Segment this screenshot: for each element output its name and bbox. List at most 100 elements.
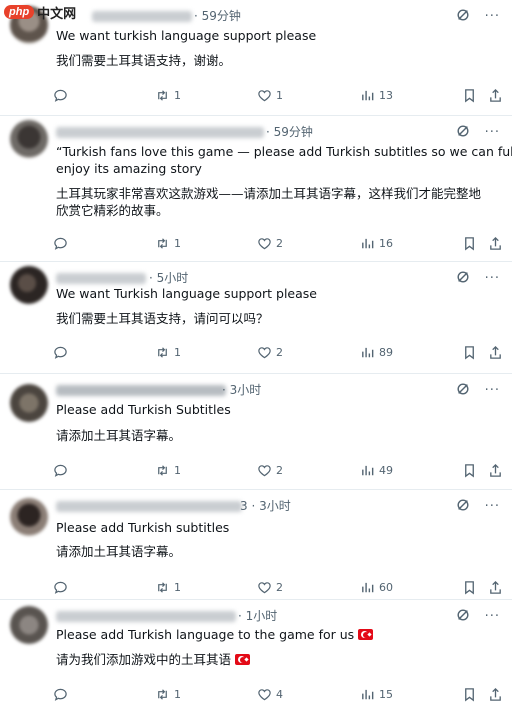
share-button[interactable] [488,579,503,595]
tweet-time[interactable]: · 3小时 [222,381,261,398]
repost-button[interactable]: 1 [155,579,181,595]
reply-button[interactable] [53,462,68,478]
repost-button[interactable]: 1 [155,462,181,478]
reply-button[interactable] [53,235,68,251]
like-count: 1 [276,88,283,102]
views-button[interactable]: 89 [360,344,393,360]
repost-icon [158,89,167,101]
repost-button[interactable]: 1 [155,686,181,702]
views-button[interactable]: 49 [360,462,393,478]
bookmark-button[interactable] [462,579,477,595]
more-options-icon[interactable]: ··· [485,609,500,624]
views-icon [362,582,374,592]
author-name[interactable] [92,11,192,22]
bookmark-button[interactable] [462,235,477,251]
reply-button[interactable] [53,579,68,595]
tweet-time[interactable]: · 59分钟 [266,123,313,140]
watermark-text: 中文网 [37,6,77,22]
repost-button[interactable]: 1 [155,87,181,103]
share-icon [490,687,501,701]
bookmark-icon [465,463,474,477]
watermark-logo: php [4,5,35,19]
author-name[interactable] [56,501,242,512]
like-button[interactable]: 2 [257,344,283,360]
avatar[interactable] [10,606,48,644]
like-button[interactable]: 4 [257,686,283,702]
grok-icon[interactable] [456,270,470,284]
avatar[interactable] [10,120,48,158]
tweet-text-zh: 欣赏它精彩的故事。 [56,203,169,218]
tweet-text-en: Please add Turkish Subtitles [56,402,231,417]
grok-icon[interactable] [456,608,470,622]
views-button[interactable]: 16 [360,235,393,251]
grok-icon[interactable] [456,382,470,396]
like-count: 2 [276,580,283,594]
tweet-time[interactable]: 3 · 3小时 [240,497,291,514]
author-name[interactable] [56,385,226,396]
like-button[interactable]: 2 [257,579,283,595]
repost-button[interactable]: 1 [155,344,181,360]
more-options-icon[interactable]: ··· [485,383,500,398]
tweet-text-zh: 我们需要土耳其语支持，请问可以吗？ [56,311,269,326]
tweet[interactable]: · 59分钟 ··· “Turkish fans love this game … [0,116,512,262]
repost-icon [158,581,167,593]
avatar[interactable] [10,384,48,422]
tweet[interactable]: · 59分钟 ··· We want turkish language supp… [0,0,512,116]
tweet-text-zh-wrap: 请为我们添加游戏中的土耳其语 [56,651,251,668]
like-button[interactable]: 1 [257,87,283,103]
more-options-icon[interactable]: ··· [485,499,500,514]
tweet-text-en: Please add Turkish language to the game … [56,627,355,642]
like-button[interactable]: 2 [257,462,283,478]
grok-icon[interactable] [456,124,470,138]
bookmark-button[interactable] [462,462,477,478]
repost-icon [158,688,167,700]
reply-button[interactable] [53,87,68,103]
repost-count: 1 [174,580,181,594]
tweet-time[interactable]: · 1小时 [238,607,277,624]
author-name[interactable] [56,611,236,622]
avatar[interactable] [10,498,48,536]
tweet[interactable]: · 1小时 ··· Please add Turkish language to… [0,600,512,711]
share-button[interactable] [488,462,503,478]
reply-icon [54,237,67,250]
tweet-actions: 1 1 13 [0,87,512,103]
bookmark-icon [465,88,474,102]
heart-icon [258,346,271,358]
tweet-time[interactable]: · 59分钟 [194,7,241,24]
views-icon [362,689,374,699]
author-name[interactable] [56,273,146,284]
share-button[interactable] [488,686,503,702]
more-options-icon[interactable]: ··· [485,125,500,140]
turkey-flag-icon [235,654,251,665]
tweet[interactable]: · 3小时 ··· Please add Turkish Subtitles 请… [0,374,512,490]
bookmark-icon [465,345,474,359]
watermark: php 中文网 [4,2,76,22]
share-button[interactable] [488,87,503,103]
repost-button[interactable]: 1 [155,235,181,251]
more-options-icon[interactable]: ··· [485,271,500,286]
bookmark-button[interactable] [462,686,477,702]
tweet[interactable]: · 5小时 ··· We want Turkish language suppo… [0,262,512,374]
avatar[interactable] [10,266,48,304]
grok-icon[interactable] [456,498,470,512]
share-button[interactable] [488,344,503,360]
more-options-icon[interactable]: ··· [485,9,500,24]
reply-button[interactable] [53,686,68,702]
views-button[interactable]: 15 [360,686,393,702]
grok-icon[interactable] [456,8,470,22]
author-name[interactable] [56,127,264,138]
tweet-time[interactable]: · 5小时 [149,269,188,286]
views-icon [362,238,374,248]
views-icon [362,347,374,357]
like-button[interactable]: 2 [257,235,283,251]
bookmark-button[interactable] [462,87,477,103]
like-count: 2 [276,345,283,359]
heart-icon [258,581,271,593]
bookmark-button[interactable] [462,344,477,360]
tweet-text-en: “Turkish fans love this game — please ad… [56,144,512,159]
reply-button[interactable] [53,344,68,360]
tweet[interactable]: 3 · 3小时 ··· Please add Turkish subtitles… [0,490,512,600]
views-button[interactable]: 13 [360,87,393,103]
share-button[interactable] [488,235,503,251]
views-button[interactable]: 60 [360,579,393,595]
